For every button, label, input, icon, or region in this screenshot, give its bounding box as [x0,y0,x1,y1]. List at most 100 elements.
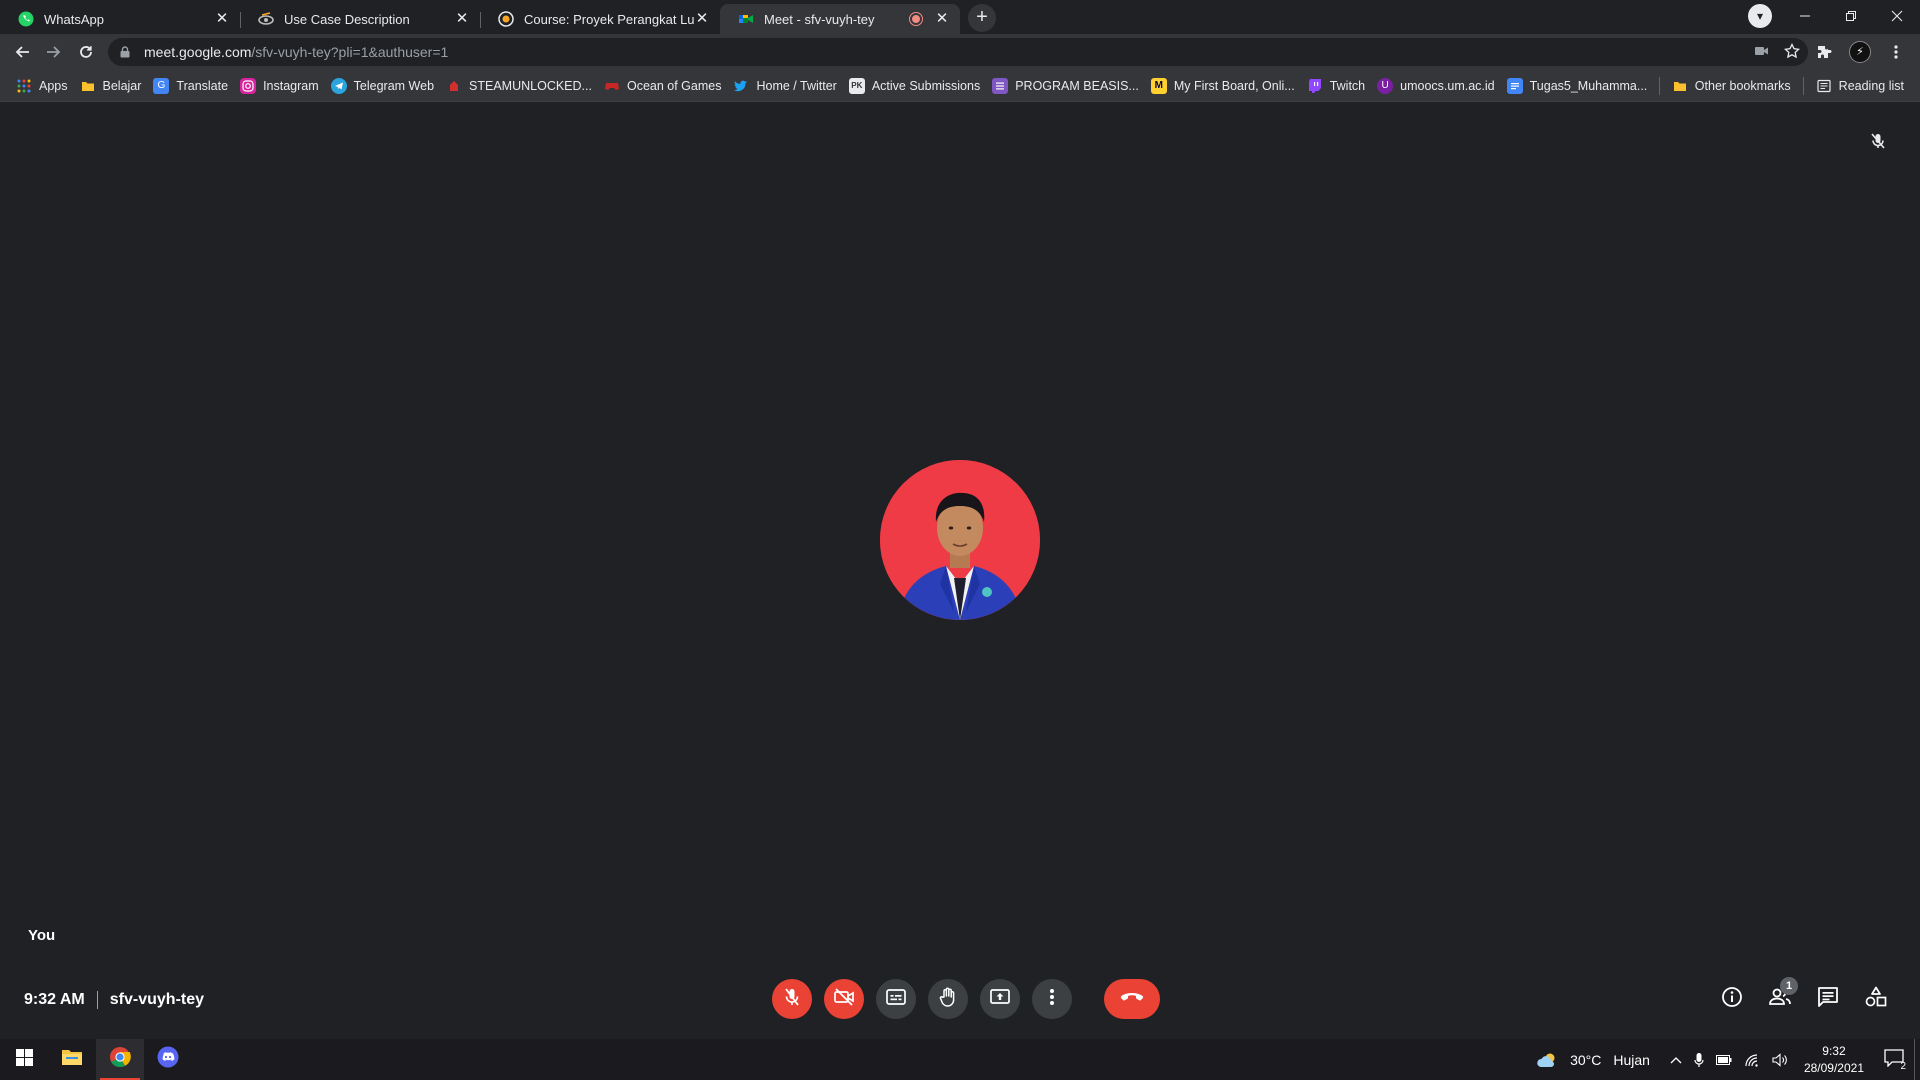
back-icon[interactable] [6,36,38,68]
other-bookmarks[interactable]: Other bookmarks [1666,74,1797,98]
bookmark-tugas5[interactable]: Tugas5_Muhamma... [1501,74,1654,98]
weather-cloud-icon[interactable] [1536,1052,1558,1068]
folder-icon [1672,78,1688,94]
activities-button[interactable] [1858,981,1894,1017]
restore-icon[interactable] [1828,0,1874,32]
submissions-icon: PK [848,77,865,94]
bookmark-ocean-of-games[interactable]: Ocean of Games [598,74,728,98]
bookmark-translate[interactable]: G Translate [147,74,234,98]
lock-icon[interactable] [120,46,134,58]
start-button[interactable] [0,1039,48,1080]
camera-toggle-button[interactable] [824,979,864,1019]
bookmark-label: STEAMUNLOCKED... [469,78,592,93]
extensions-puzzle-icon[interactable] [1808,36,1840,68]
site-icon [258,11,274,27]
tab-search-icon[interactable]: ▾ [1748,4,1772,28]
self-mic-off-icon [1866,129,1890,153]
close-tab-icon[interactable]: ✕ [934,11,950,27]
bookmark-label: Other bookmarks [1694,79,1791,93]
folder-icon [80,78,96,94]
close-tab-icon[interactable]: ✕ [454,11,470,27]
bookmark-star-icon[interactable] [1783,42,1801,62]
more-options-button[interactable] [1032,979,1072,1019]
profile-avatar-icon[interactable]: ⚡ [1844,36,1876,68]
weather-description: Hujan [1613,1051,1650,1068]
microphone-icon[interactable] [1694,1052,1704,1068]
close-tab-icon[interactable]: ✕ [214,11,230,27]
camera-off-icon [833,987,855,1011]
meet-icon [738,11,754,27]
clock-date: 28/09/2021 [1803,1060,1864,1075]
tab-course[interactable]: Course: Proyek Perangkat Lunak ✕ [480,4,720,34]
bookmark-label: Tugas5_Muhamma... [1529,78,1648,93]
taskbar-discord[interactable] [144,1039,192,1080]
close-window-icon[interactable] [1874,0,1920,32]
participants-button[interactable]: 1 [1762,977,1798,1017]
chevron-up-icon[interactable] [1670,1056,1682,1064]
taskbar-chrome[interactable] [96,1039,144,1080]
close-tab-icon[interactable]: ✕ [694,11,710,27]
bookmark-miro-board[interactable]: M My First Board, Onli... [1145,74,1301,98]
bookmark-apps[interactable]: Apps [10,74,74,98]
tab-whatsapp[interactable]: WhatsApp ✕ [0,4,240,34]
bookmark-telegram[interactable]: Telegram Web [325,74,440,98]
bookmark-umoocs[interactable]: U umoocs.um.ac.id [1371,74,1500,98]
show-desktop-button[interactable] [1914,1039,1920,1080]
omnibox-actions [1754,42,1801,62]
leave-call-button[interactable] [1104,979,1160,1019]
reading-list[interactable]: Reading list [1810,74,1910,98]
activities-shapes-icon [1865,986,1887,1013]
bookmark-program-beasiswa[interactable]: PROGRAM BEASIS... [986,74,1145,98]
tab-title: Use Case Description [284,11,410,27]
raise-hand-button[interactable] [928,979,968,1019]
bookmark-label: PROGRAM BEASIS... [1015,78,1139,93]
bookmark-label: umoocs.um.ac.id [1400,78,1495,93]
bookmark-active-submissions[interactable]: PK Active Submissions [843,74,986,98]
tab-use-case-description[interactable]: Use Case Description ✕ [240,4,480,34]
volume-icon[interactable] [1772,1052,1788,1067]
whatsapp-icon [18,11,34,27]
address-bar[interactable]: meet.google.com/sfv-vuyh-tey?pli=1&authu… [108,38,1808,66]
minimize-icon[interactable] [1782,0,1828,32]
tab-title: Meet - sfv-vuyh-tey [764,11,875,27]
bookmark-instagram[interactable]: Instagram [234,74,325,98]
bookmark-belajar[interactable]: Belajar [74,74,148,98]
meeting-code: sfv-vuyh-tey [109,991,205,1008]
tab-meet[interactable]: Meet - sfv-vuyh-tey ✕ [720,4,960,34]
reload-icon[interactable] [70,36,102,68]
bookmark-steamunlocked[interactable]: STEAMUNLOCKED... [440,74,598,98]
reading-list-icon [1816,78,1832,94]
twitter-icon [733,78,749,94]
umoocs-icon: U [1377,77,1394,94]
wifi-icon[interactable] [1744,1053,1760,1067]
bookmarks-right: Other bookmarks Reading list [1653,74,1910,98]
system-clock[interactable]: 9:32 28/09/2021 [1804,1043,1864,1077]
meeting-details-button[interactable] [1714,981,1750,1017]
system-tray: 30°C Hujan 9:32 28/09/2021 2 [1530,1039,1920,1080]
discord-icon [157,1046,179,1073]
taskbar-file-explorer[interactable] [48,1039,96,1080]
screen: WhatsApp ✕ Use Case Description ✕ Course… [0,0,1920,1080]
camera-in-use-icon[interactable] [1754,43,1770,62]
bookmark-label: Apps [39,78,68,93]
miro-icon: M [1150,77,1167,94]
participant-count-badge: 1 [1780,977,1798,995]
captions-button[interactable] [876,979,916,1019]
bookmark-label: Telegram Web [353,78,435,93]
steamunlocked-icon [446,78,462,94]
present-screen-button[interactable] [980,979,1020,1019]
bookmark-twitch[interactable]: Twitch [1301,74,1371,98]
telegram-icon [330,77,347,94]
chat-button[interactable] [1810,981,1846,1017]
forward-icon[interactable] [38,36,70,68]
browser-menu-icon[interactable] [1880,36,1912,68]
bookmark-twitter[interactable]: Home / Twitter [727,74,842,98]
bookmark-label: My First Board, Onli... [1173,78,1295,93]
bookmark-divider [1658,77,1660,95]
toolbar-actions: ⚡ [1808,36,1912,68]
battery-icon[interactable] [1715,1054,1732,1065]
notification-center-button[interactable]: 2 [1874,1039,1914,1080]
chrome-icon [109,1046,131,1073]
new-tab-button[interactable]: + [968,4,996,32]
microphone-toggle-button[interactable] [772,979,812,1019]
